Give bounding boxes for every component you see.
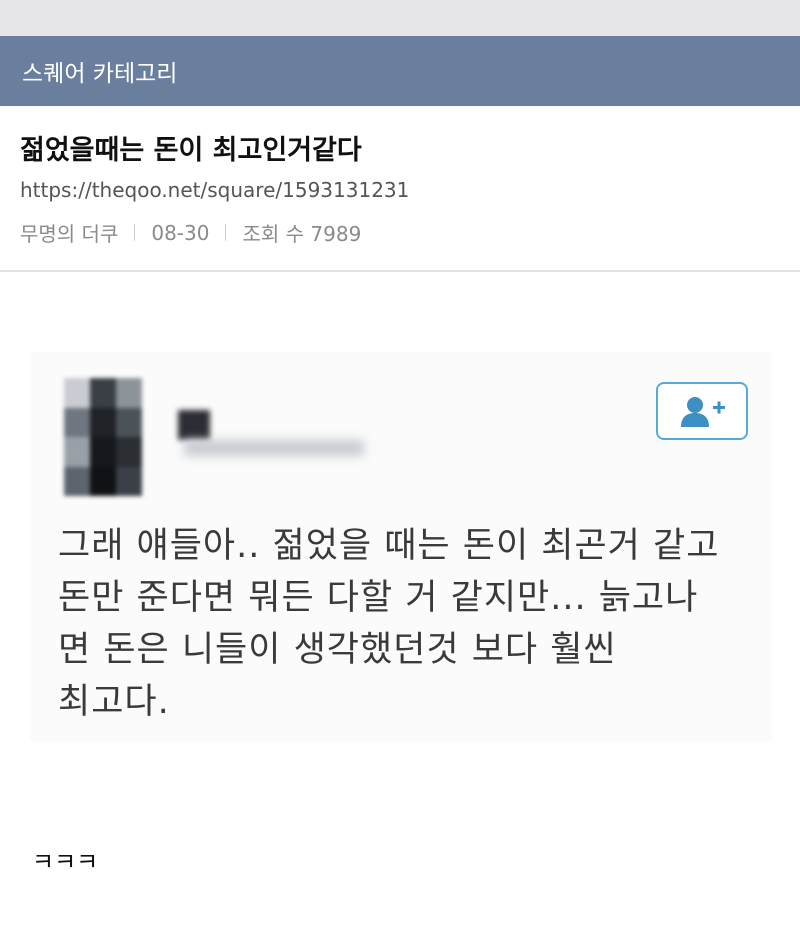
embedded-post-text: 그래 얘들아.. 젊었을 때는 돈이 최곤거 같고 돈만 준다면 뭐든 다할 거… [58, 526, 720, 722]
post-views: 조회 수 7989 [242, 222, 362, 246]
post-title: 젊었을때는 돈이 최고인거같다 [20, 135, 362, 166]
add-user-icon [681, 397, 725, 427]
avatar [64, 378, 142, 496]
post-url-link[interactable]: https://theqoo.net/square/1593131231 [20, 178, 409, 202]
post-date: 08-30 [151, 220, 210, 245]
meta-divider [225, 224, 227, 241]
blurred-username [178, 404, 368, 464]
category-bar[interactable]: 스퀘어 카테고리 [0, 36, 800, 106]
top-strip [0, 0, 800, 36]
meta-divider [134, 224, 136, 241]
comment-text: ㅋㅋㅋ [32, 848, 99, 876]
follow-button[interactable] [656, 382, 748, 440]
category-label: 스퀘어 카테고리 [22, 61, 178, 87]
post-author: 무명의 더쿠 [20, 222, 119, 246]
embedded-screenshot: 그래 얘들아.. 젊었을 때는 돈이 최곤거 같고 돈만 준다면 뭐든 다할 거… [30, 352, 772, 742]
post-meta: 무명의 더쿠 08-30 조회 수 7989 [20, 218, 361, 247]
post-header: 젊었을때는 돈이 최고인거같다 https://theqoo.net/squar… [0, 106, 800, 272]
